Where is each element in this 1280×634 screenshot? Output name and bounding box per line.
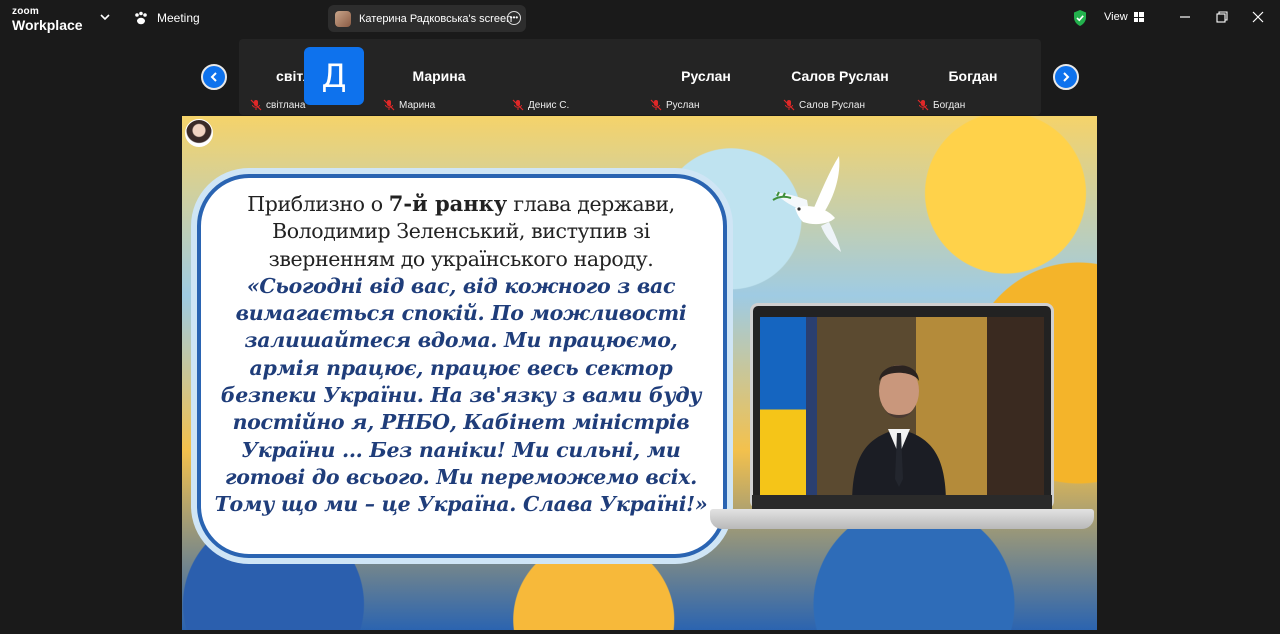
mic-muted-icon (917, 99, 929, 111)
more-options-icon[interactable]: ••• (507, 11, 521, 25)
next-participants-button[interactable] (1053, 64, 1079, 90)
participant-name: Богдан (948, 68, 998, 84)
participant-label-text: Марина (399, 99, 436, 111)
participant-label: Руслан (650, 99, 699, 111)
participant-tile[interactable]: Руслан Руслан (646, 39, 766, 115)
chevron-left-icon (210, 72, 217, 82)
view-label: View (1104, 11, 1128, 23)
meeting-button[interactable]: Meeting (133, 10, 200, 26)
sharer-avatar (335, 10, 351, 27)
laptop-base (710, 509, 1094, 529)
quote-text: Приблизно о 7-й ранку глава держави, Вол… (212, 190, 710, 519)
close-icon[interactable] (1249, 8, 1267, 26)
participant-tile[interactable]: Богдан Богдан (913, 39, 1033, 115)
prev-participants-button[interactable] (201, 64, 227, 90)
security-shield-icon[interactable] (1072, 9, 1088, 27)
mic-muted-icon (383, 99, 395, 111)
mic-muted-icon (250, 99, 262, 111)
zelensky-quote: «Сьогодні від вас, від кожного з вас вим… (214, 273, 708, 517)
restore-icon[interactable] (1213, 8, 1231, 26)
ukraine-flag (760, 317, 806, 502)
meeting-label: Meeting (157, 11, 200, 25)
laptop-image (710, 303, 1094, 543)
view-button[interactable]: View (1104, 11, 1144, 23)
president-photo (760, 317, 1044, 502)
laptop-screen (750, 303, 1054, 509)
presenter-avatar (185, 119, 213, 147)
intro-text-a: Приблизно о (247, 192, 389, 216)
participant-tile[interactable]: Марина Марина (379, 39, 499, 115)
participant-tile[interactable]: Салов Руслан Салов Руслан (779, 39, 901, 115)
top-bar: zoom Workplace Meeting Катерина Радковсь… (0, 0, 1280, 36)
participant-name: Марина (412, 68, 466, 84)
grid-view-icon (1133, 12, 1144, 22)
participant-label: світлана (250, 99, 305, 111)
zoom-logo: zoom Workplace (12, 6, 83, 33)
chevron-right-icon (1063, 72, 1070, 82)
participant-label-text: Салов Руслан (799, 99, 865, 111)
participant-avatar[interactable]: Д (304, 47, 364, 105)
shared-screen: Приблизно о 7-й ранку глава держави, Вол… (182, 116, 1097, 630)
participant-name: Руслан (681, 68, 731, 84)
minimize-icon[interactable] (1176, 8, 1194, 26)
participant-name: Салов Руслан (791, 68, 889, 84)
intro-bold: 7-й ранку (388, 191, 508, 216)
president-figure (852, 365, 946, 502)
screen-share-indicator[interactable]: Катерина Радковська's screen ••• (328, 5, 526, 32)
participant-label: Марина (383, 99, 435, 111)
share-label: Катерина Радковська's screen (359, 12, 513, 25)
participant-label-text: Руслан (666, 99, 700, 111)
participant-label: Богдан (917, 99, 965, 111)
mic-muted-icon (650, 99, 662, 111)
paw-icon (135, 11, 147, 25)
logo-zoom-text: zoom (12, 6, 39, 17)
participant-label-text: Богдан (933, 99, 966, 111)
logo-workplace-text: Workplace (12, 17, 83, 33)
chevron-down-icon[interactable] (98, 10, 112, 24)
participant-label: Салов Руслан (783, 99, 865, 111)
laptop-keyboard (752, 495, 1052, 509)
mic-muted-icon (783, 99, 795, 111)
dove-icon (772, 156, 841, 252)
participant-label-text: світлана (266, 99, 306, 111)
